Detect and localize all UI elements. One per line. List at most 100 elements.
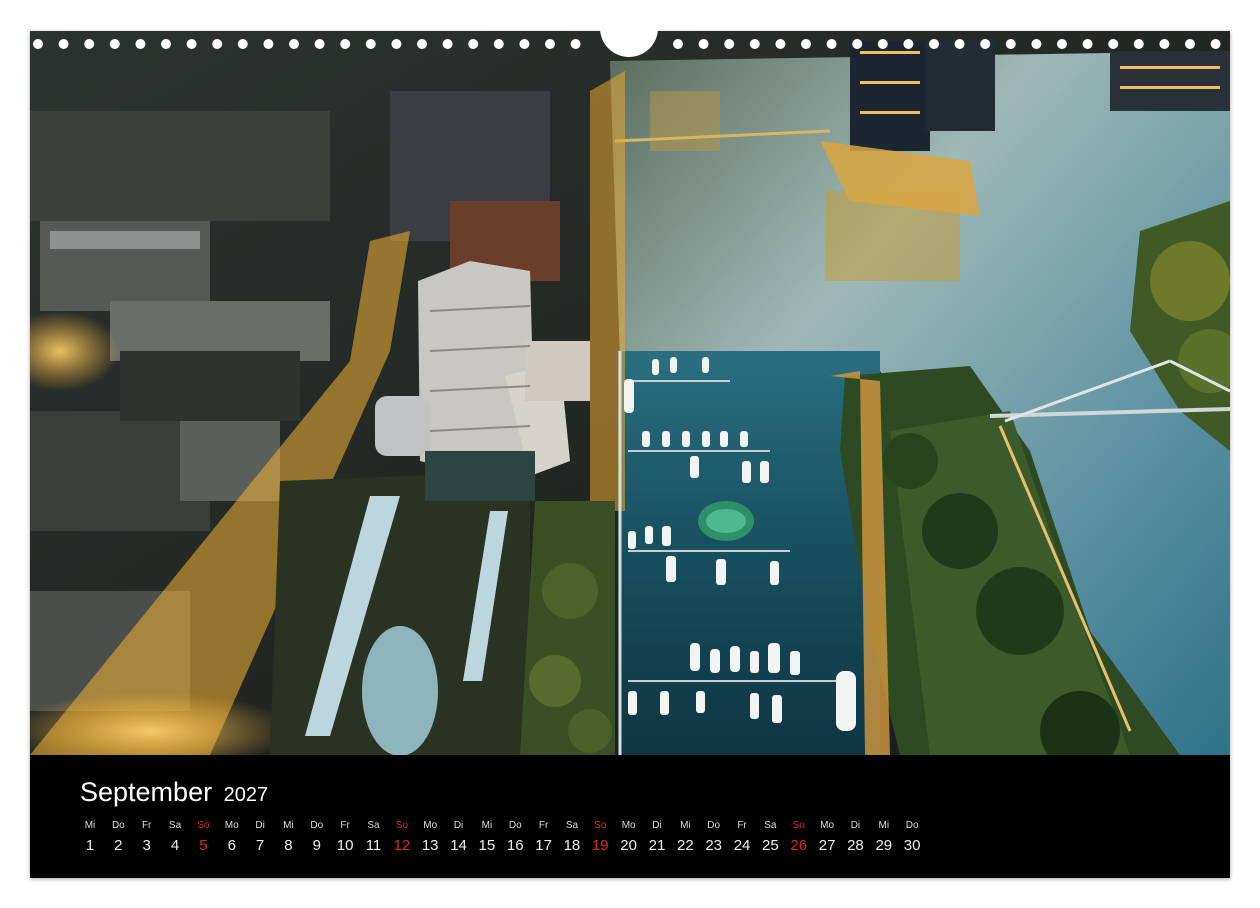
day-cell: Di 7	[246, 819, 274, 854]
weekday-label: Di	[850, 820, 861, 831]
day-number: 4	[170, 837, 180, 854]
year-label: 2027	[223, 784, 269, 806]
day-number: 17	[535, 837, 552, 854]
day-cell: Do 16	[501, 819, 529, 854]
day-number: 27	[818, 837, 836, 854]
weekday-label: Mi	[283, 820, 294, 831]
day-cell: Mo 13	[416, 819, 444, 854]
day-cell: Do 9	[303, 819, 331, 854]
day-grid: Mi 1 Do 2 Fr 3 Sa 4 So 5 Mo 6 Di 7 Mi 8 Do 9 Fr 10 Sa 11 So 12 M…	[76, 819, 976, 869]
day-number: 7	[255, 837, 265, 854]
day-cell: Mi 29	[870, 819, 898, 854]
binding-hole	[724, 39, 735, 49]
weekday-label: Fr	[737, 820, 747, 831]
binding-hole	[468, 39, 479, 49]
day-cell: Mi 22	[671, 819, 699, 854]
binding-hole	[442, 39, 453, 49]
day-cell: So 19	[586, 819, 614, 854]
weekday-label: Sa	[367, 820, 380, 831]
weekday-label: Mo	[423, 820, 438, 831]
binding-hole	[1031, 39, 1042, 49]
binding-hole	[1108, 39, 1119, 49]
day-cell: Sa 11	[360, 819, 388, 854]
harbor-scene	[30, 31, 1230, 755]
weekday-label: Mo	[820, 820, 835, 831]
binding-hole	[493, 39, 504, 49]
binding-hole	[1185, 39, 1195, 49]
day-number: 8	[284, 837, 293, 854]
day-cell: Mo 27	[813, 819, 841, 854]
weekday-label: Mi	[84, 820, 96, 831]
day-number: 18	[563, 837, 581, 854]
day-cell: Do 2	[104, 819, 132, 854]
day-number: 3	[142, 837, 151, 854]
weekday-label: Fr	[538, 820, 549, 831]
day-number: 6	[227, 837, 236, 854]
day-number: 19	[591, 837, 609, 854]
binding-hole	[186, 39, 197, 49]
weekday-label: Sa	[168, 820, 182, 831]
weekday-label: Fr	[141, 820, 152, 831]
day-number: 25	[762, 837, 779, 854]
weekday-label: Di	[255, 820, 265, 831]
month-title: September 2027	[80, 777, 268, 808]
binding-hole	[929, 39, 939, 49]
aerial-city-photo	[30, 31, 1230, 755]
day-number: 12	[393, 837, 411, 854]
day-cell: Sa 18	[558, 819, 586, 854]
day-cell: Fr 17	[530, 819, 558, 854]
binding-hole	[826, 39, 837, 49]
binding-hole	[237, 39, 248, 49]
day-cell: Mo 20	[615, 819, 643, 854]
binding-hole	[775, 39, 786, 49]
binding-hole	[1082, 39, 1093, 49]
binding-hole	[519, 39, 530, 49]
day-number: 21	[648, 837, 666, 854]
day-cell: Fr 24	[728, 819, 756, 854]
binding-hole	[980, 39, 991, 49]
day-number: 24	[733, 837, 751, 854]
weekday-label: So	[792, 820, 805, 831]
binding-hole	[109, 39, 120, 49]
day-cell: Di 21	[643, 819, 671, 854]
weekday-label: So	[197, 820, 210, 831]
day-number: 9	[312, 837, 321, 854]
weekday-label: Mo	[621, 820, 636, 831]
day-cell: So 12	[388, 819, 416, 854]
binding-hole	[1210, 39, 1221, 49]
weekday-label: Mi	[481, 820, 493, 831]
day-cell: So 5	[189, 819, 217, 854]
binding-hole	[263, 39, 274, 49]
weekday-label: Do	[707, 820, 721, 831]
weekday-label: Mo	[224, 820, 239, 831]
binding-hole	[1133, 39, 1144, 49]
day-cell: Mi 1	[76, 819, 104, 854]
binding-hole	[289, 39, 299, 49]
weekday-label: Fr	[340, 820, 350, 831]
day-cell: Mi 15	[473, 819, 501, 854]
day-number: 2	[114, 837, 123, 854]
binding-hole	[135, 39, 146, 49]
calendar-page: September 2027 Mi 1 Do 2 Fr 3 Sa 4 So 5 Mo 6 Di 7 Mi 8 D…	[30, 25, 1230, 878]
day-number: 30	[903, 837, 921, 854]
day-number: 14	[450, 837, 467, 854]
weekday-label: Do	[905, 820, 919, 831]
day-cell: Mo 6	[218, 819, 246, 854]
binding-hole	[1057, 39, 1067, 49]
binding-hole	[391, 39, 402, 49]
binding-hole	[365, 39, 376, 49]
day-number: 13	[421, 837, 439, 854]
day-number: 23	[705, 837, 723, 854]
weekday-label: Mi	[878, 820, 890, 831]
binding-hole	[698, 39, 709, 49]
binding-hole	[212, 39, 223, 49]
day-number: 1	[85, 837, 95, 854]
day-number: 15	[478, 837, 496, 854]
day-number: 20	[620, 837, 637, 854]
day-cell: Mi 8	[274, 819, 302, 854]
day-cell: Sa 25	[756, 819, 784, 854]
weekday-label: Do	[508, 820, 522, 831]
binding-hole	[161, 39, 171, 49]
binding-hole	[903, 39, 914, 49]
day-number: 10	[336, 837, 354, 854]
